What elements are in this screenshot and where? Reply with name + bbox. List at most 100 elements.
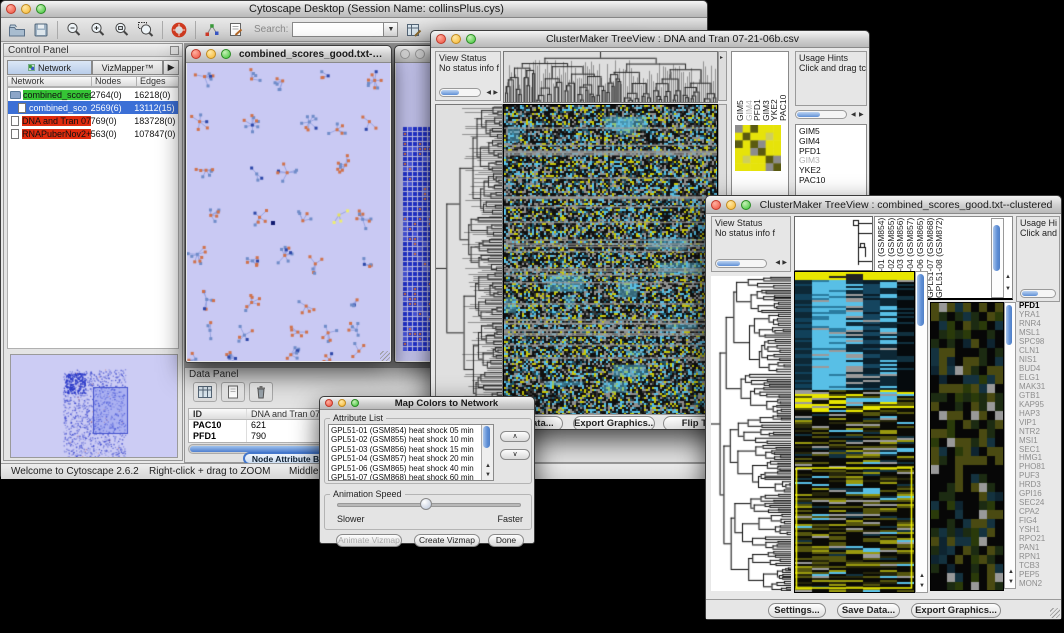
export-graphics-button[interactable]: Export Graphics... bbox=[911, 603, 1001, 618]
export-graphics-button[interactable]: Export Graphics... bbox=[573, 416, 655, 429]
save-data-button[interactable]: Save Data... bbox=[837, 603, 900, 618]
network-map-icon[interactable] bbox=[200, 20, 224, 40]
scroll-up-icon[interactable]: ▲ bbox=[1005, 273, 1011, 281]
attribute-table-icon[interactable] bbox=[402, 20, 426, 40]
column-header-edges[interactable]: Edges bbox=[137, 76, 179, 87]
gene-label[interactable]: RPO21 bbox=[1019, 535, 1061, 544]
attribute-list-item[interactable]: GPL51-04 (GSM857) heat shock 20 min bbox=[331, 454, 480, 463]
zoom-button[interactable] bbox=[221, 49, 231, 59]
gene-label[interactable]: CLN1 bbox=[1019, 347, 1061, 356]
scrollbar-thumb[interactable] bbox=[797, 112, 820, 117]
scroll-left-icon[interactable]: ◀ bbox=[486, 89, 491, 97]
network1-canvas[interactable] bbox=[187, 63, 390, 361]
mini-heatmap[interactable] bbox=[735, 125, 781, 171]
scrollbar-thumb[interactable] bbox=[717, 261, 740, 266]
gene-label[interactable]: MON2 bbox=[1019, 580, 1061, 589]
attribute-listbox[interactable]: GPL51-01 (GSM854) heat shock 05 minGPL51… bbox=[328, 424, 494, 481]
network1-view[interactable] bbox=[187, 63, 390, 361]
gene-label[interactable]: KAP95 bbox=[1019, 401, 1061, 410]
scroll-down-icon[interactable]: ▼ bbox=[485, 471, 491, 479]
gene-label[interactable]: PFD1 bbox=[1019, 302, 1061, 311]
column-header-nodes[interactable]: Nodes bbox=[92, 76, 137, 87]
gene-label[interactable]: GTB1 bbox=[1019, 392, 1061, 401]
network1-titlebar[interactable]: combined_scores_good.txt--cluste... bbox=[186, 46, 391, 63]
gene-label[interactable]: YSH1 bbox=[1019, 526, 1061, 535]
hscrollbar[interactable] bbox=[795, 110, 847, 119]
gene-label[interactable]: RPN1 bbox=[1019, 553, 1061, 562]
save-icon[interactable] bbox=[29, 20, 53, 40]
attribute-list-item[interactable]: GPL51-06 (GSM865) heat shock 40 min bbox=[331, 464, 480, 473]
network-list-row[interactable]: combined_scores2764(0)16218(0) bbox=[8, 88, 178, 101]
column-header-network[interactable]: Network bbox=[7, 76, 92, 87]
scroll-down-icon[interactable]: ▼ bbox=[1008, 578, 1014, 586]
close-button[interactable] bbox=[436, 34, 446, 44]
attribute-list-item[interactable]: GPL51-01 (GSM854) heat shock 05 min bbox=[331, 426, 480, 435]
gene-label[interactable]: PHO81 bbox=[1019, 463, 1061, 472]
scrollbar-thumb[interactable] bbox=[1022, 291, 1038, 296]
float-panel-icon[interactable] bbox=[170, 46, 179, 55]
network-list-row[interactable]: DNA and Tran 07769(0)183728(0) bbox=[8, 114, 178, 127]
scrollbar-thumb[interactable] bbox=[993, 225, 1000, 271]
birdseye-view[interactable] bbox=[10, 354, 178, 458]
attribute-list-item[interactable]: GPL51-03 (GSM856) heat shock 15 min bbox=[331, 445, 480, 454]
close-button[interactable] bbox=[191, 49, 201, 59]
gene-label[interactable]: MSI1 bbox=[1019, 437, 1061, 446]
resize-grip[interactable] bbox=[380, 351, 390, 361]
tab-overflow-arrow[interactable]: ▶ bbox=[163, 60, 179, 75]
chevron-down-icon[interactable]: ▼ bbox=[384, 22, 398, 37]
scroll-right-icon[interactable]: ▶ bbox=[859, 111, 864, 119]
zoom-vscrollbar[interactable]: ▲ ▼ bbox=[1004, 302, 1016, 589]
gene-label[interactable]: NIS1 bbox=[1019, 356, 1061, 365]
scroll-right-icon[interactable]: ▶ bbox=[493, 89, 498, 97]
gene-label[interactable]: YRA1 bbox=[1019, 311, 1061, 320]
settings-button[interactable]: Settings... bbox=[768, 603, 826, 618]
gene-label[interactable]: VIP1 bbox=[1019, 419, 1061, 428]
close-button[interactable] bbox=[400, 49, 410, 59]
gene-label[interactable]: HRD3 bbox=[1019, 481, 1061, 490]
zoom-button[interactable] bbox=[466, 34, 476, 44]
minimize-button[interactable] bbox=[338, 399, 346, 407]
zoom-in-icon[interactable] bbox=[86, 20, 110, 40]
scroll-down-icon[interactable]: ▼ bbox=[1005, 285, 1011, 293]
close-button[interactable] bbox=[6, 4, 16, 14]
close-button[interactable] bbox=[711, 200, 721, 210]
row-dendrogram[interactable] bbox=[435, 104, 503, 418]
gene-label[interactable]: ELG1 bbox=[1019, 374, 1061, 383]
move-down-button[interactable]: ∨ bbox=[500, 449, 530, 460]
animate-vizmap-button[interactable]: Animate Vizmap bbox=[336, 534, 402, 547]
gene-label[interactable]: SEC1 bbox=[1019, 446, 1061, 455]
scroll-left-icon[interactable]: ◀ bbox=[775, 259, 780, 267]
scrollbar-thumb[interactable] bbox=[917, 274, 924, 326]
zoom-fit-icon[interactable] bbox=[110, 20, 134, 40]
resize-grip[interactable] bbox=[1050, 608, 1060, 618]
zoom-button[interactable] bbox=[741, 200, 751, 210]
gene-label[interactable]: FIG4 bbox=[1019, 517, 1061, 526]
gene-label[interactable]: PEP5 bbox=[1019, 571, 1061, 580]
main-titlebar[interactable]: Cytoscape Desktop (Session Name: collins… bbox=[1, 1, 707, 18]
gene-label[interactable]: MSL1 bbox=[1019, 329, 1061, 338]
zoom-button[interactable] bbox=[36, 4, 46, 14]
search-input[interactable] bbox=[292, 22, 384, 37]
gene-label[interactable]: RNR4 bbox=[1019, 320, 1061, 329]
dialog-titlebar[interactable]: Map Colors to Network bbox=[320, 397, 534, 410]
attr-col-id[interactable]: ID bbox=[189, 409, 247, 419]
move-up-button[interactable]: ∧ bbox=[500, 431, 530, 442]
gene-label[interactable]: PAN1 bbox=[1019, 544, 1061, 553]
gene-label[interactable]: SPC98 bbox=[1019, 338, 1061, 347]
open-folder-icon[interactable] bbox=[5, 20, 29, 40]
gene-label[interactable]: HMG1 bbox=[1019, 454, 1061, 463]
gene-label[interactable]: NTR2 bbox=[1019, 428, 1061, 437]
column-dendrogram[interactable] bbox=[503, 51, 718, 103]
scroll-up-icon[interactable]: ▲ bbox=[485, 462, 491, 470]
minimize-button[interactable] bbox=[206, 49, 216, 59]
scroll-down-icon[interactable]: ▼ bbox=[919, 582, 925, 590]
scrollbar-thumb[interactable] bbox=[1006, 305, 1012, 345]
minimize-button[interactable] bbox=[21, 4, 31, 14]
network-list-row[interactable]: RNAPuberNov2+!563(0)107847(0) bbox=[8, 127, 178, 140]
heatmap[interactable] bbox=[794, 271, 915, 593]
treeview2-titlebar[interactable]: ClusterMaker TreeView : combined_scores_… bbox=[706, 196, 1061, 214]
hscrollbar[interactable] bbox=[1020, 289, 1056, 298]
attribute-list-item[interactable]: GPL51-02 (GSM855) heat shock 10 min bbox=[331, 435, 480, 444]
gene-label[interactable]: PUF3 bbox=[1019, 472, 1061, 481]
help-lifering-icon[interactable] bbox=[167, 20, 191, 40]
